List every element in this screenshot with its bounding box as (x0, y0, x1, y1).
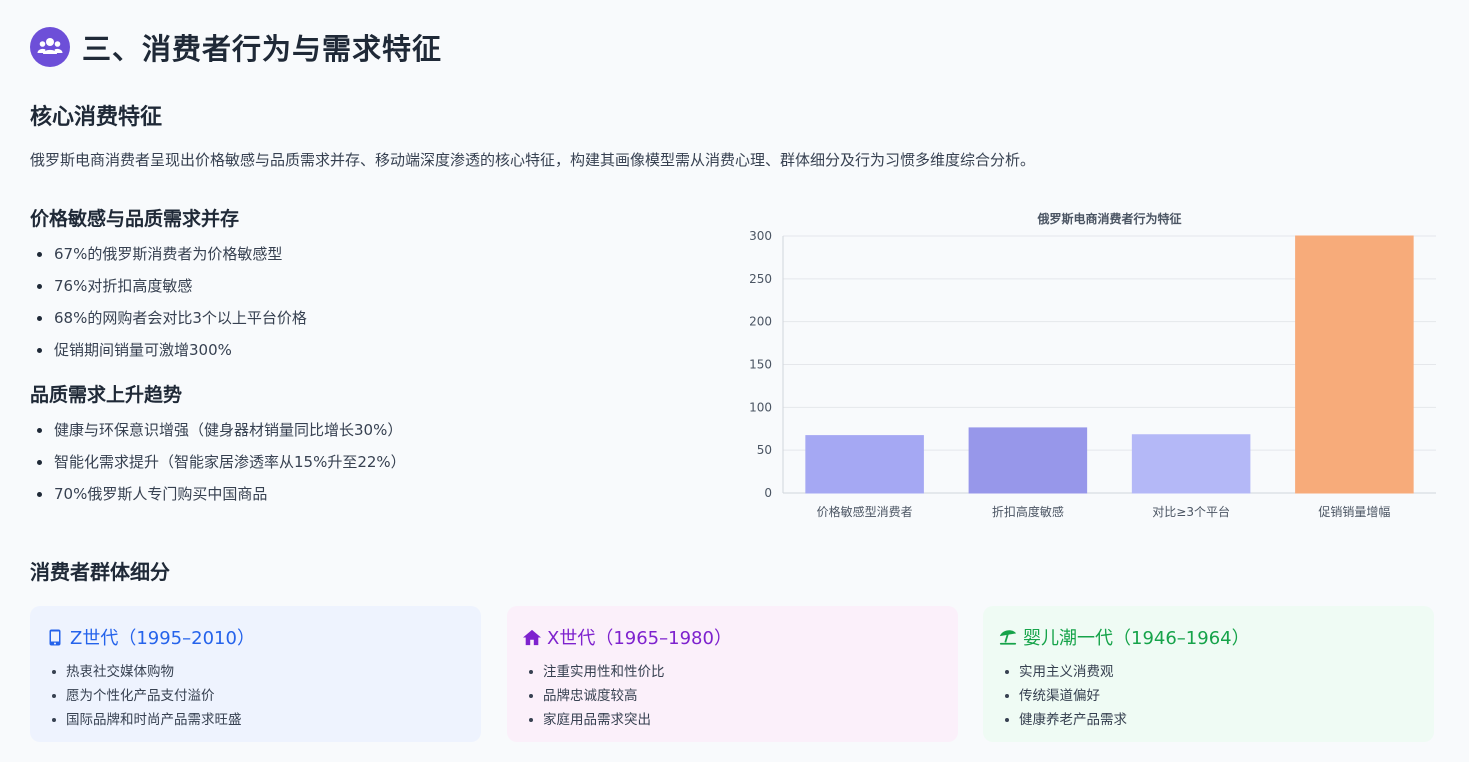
y-tick-label: 100 (749, 400, 772, 414)
beach-umbrella-icon (999, 628, 1017, 646)
list-item: 健康与环保意识增强（健身器材销量同比增长30%） (30, 414, 406, 446)
y-tick-label: 150 (749, 358, 772, 372)
x-tick-label: 折扣高度敏感 (992, 504, 1064, 519)
mobile-phone-icon (46, 628, 64, 646)
card-list: 注重实用性和性价比 品牌忠诚度较高 家庭用品需求突出 (523, 660, 942, 732)
y-tick-label: 50 (757, 443, 772, 457)
list-item: 67%的俄罗斯消费者为价格敏感型 (30, 238, 307, 270)
x-tick-label: 促销销量增幅 (1318, 504, 1390, 519)
x-tick-label: 价格敏感型消费者 (817, 504, 913, 519)
segment-card-boomers: 婴儿潮一代（1946–1964） 实用主义消费观 传统渠道偏好 健康养老产品需求 (983, 606, 1434, 742)
list-item: 家庭用品需求突出 (523, 708, 942, 732)
list-item: 促销期间销量可激增300% (30, 334, 307, 366)
list-item: 愿为个性化产品支付溢价 (46, 684, 465, 708)
card-title-text: X世代（1965–1980） (547, 628, 732, 649)
core-heading: 核心消费特征 (30, 105, 163, 130)
list-item: 传统渠道偏好 (999, 684, 1418, 708)
list-item: 76%对折扣高度敏感 (30, 270, 307, 302)
list-item: 智能化需求提升（智能家居渗透率从15%升至22%） (30, 446, 406, 478)
core-intro: 俄罗斯电商消费者呈现出价格敏感与品质需求并存、移动端深度渗透的核心特征，构建其画… (30, 151, 1036, 169)
bar (968, 427, 1088, 494)
quality-list: 健康与环保意识增强（健身器材销量同比增长30%） 智能化需求提升（智能家居渗透率… (30, 414, 406, 510)
y-tick-label: 200 (749, 315, 772, 329)
behavior-bar-chart: 俄罗斯电商消费者行为特征 0 50 100 150 200 250 300 价格敏感型消费者 折扣… (740, 205, 1450, 525)
list-item: 实用主义消费观 (999, 660, 1418, 684)
card-title-text: 婴儿潮一代（1946–1964） (1023, 628, 1250, 649)
list-item: 热衷社交媒体购物 (46, 660, 465, 684)
y-tick-label: 300 (749, 229, 772, 243)
quality-heading: 品质需求上升趋势 (30, 384, 183, 406)
price-heading: 价格敏感与品质需求并存 (30, 208, 240, 230)
segment-card-gen-x: X世代（1965–1980） 注重实用性和性价比 品牌忠诚度较高 家庭用品需求突… (507, 606, 958, 742)
list-item: 品牌忠诚度较高 (523, 684, 942, 708)
list-item: 健康养老产品需求 (999, 708, 1418, 732)
users-icon (30, 27, 70, 67)
card-title: X世代（1965–1980） (523, 624, 942, 650)
list-item: 70%俄罗斯人专门购买中国商品 (30, 478, 406, 510)
list-item: 68%的网购者会对比3个以上平台价格 (30, 302, 307, 334)
list-item: 国际品牌和时尚产品需求旺盛 (46, 708, 465, 732)
price-list: 67%的俄罗斯消费者为价格敏感型 76%对折扣高度敏感 68%的网购者会对比3个… (30, 238, 307, 366)
chart-title: 俄罗斯电商消费者行为特征 (1036, 211, 1181, 226)
card-list: 实用主义消费观 传统渠道偏好 健康养老产品需求 (999, 660, 1418, 732)
card-list: 热衷社交媒体购物 愿为个性化产品支付溢价 国际品牌和时尚产品需求旺盛 (46, 660, 465, 732)
chart-svg: 俄罗斯电商消费者行为特征 0 50 100 150 200 250 300 价格敏感型消费者 折扣… (749, 211, 1436, 519)
card-title: 婴儿潮一代（1946–1964） (999, 624, 1418, 650)
bar (805, 435, 924, 494)
card-title-text: Z世代（1995–2010） (70, 628, 255, 649)
y-tick-label: 250 (749, 272, 772, 286)
bar (1295, 235, 1414, 494)
y-tick-label: 0 (764, 486, 772, 500)
card-title: Z世代（1995–2010） (46, 624, 465, 650)
page: 三、消费者行为与需求特征 核心消费特征 俄罗斯电商消费者呈现出价格敏感与品质需求… (0, 0, 1469, 762)
x-tick-label: 对比≥3个平台 (1152, 504, 1230, 519)
segments-heading: 消费者群体细分 (30, 560, 170, 584)
list-item: 注重实用性和性价比 (523, 660, 942, 684)
page-title: 三、消费者行为与需求特征 (82, 32, 443, 66)
segment-card-gen-z: Z世代（1995–2010） 热衷社交媒体购物 愿为个性化产品支付溢价 国际品牌… (30, 606, 481, 742)
bar (1131, 434, 1251, 494)
home-icon (523, 628, 541, 646)
section-header: 三、消费者行为与需求特征 (30, 26, 442, 68)
